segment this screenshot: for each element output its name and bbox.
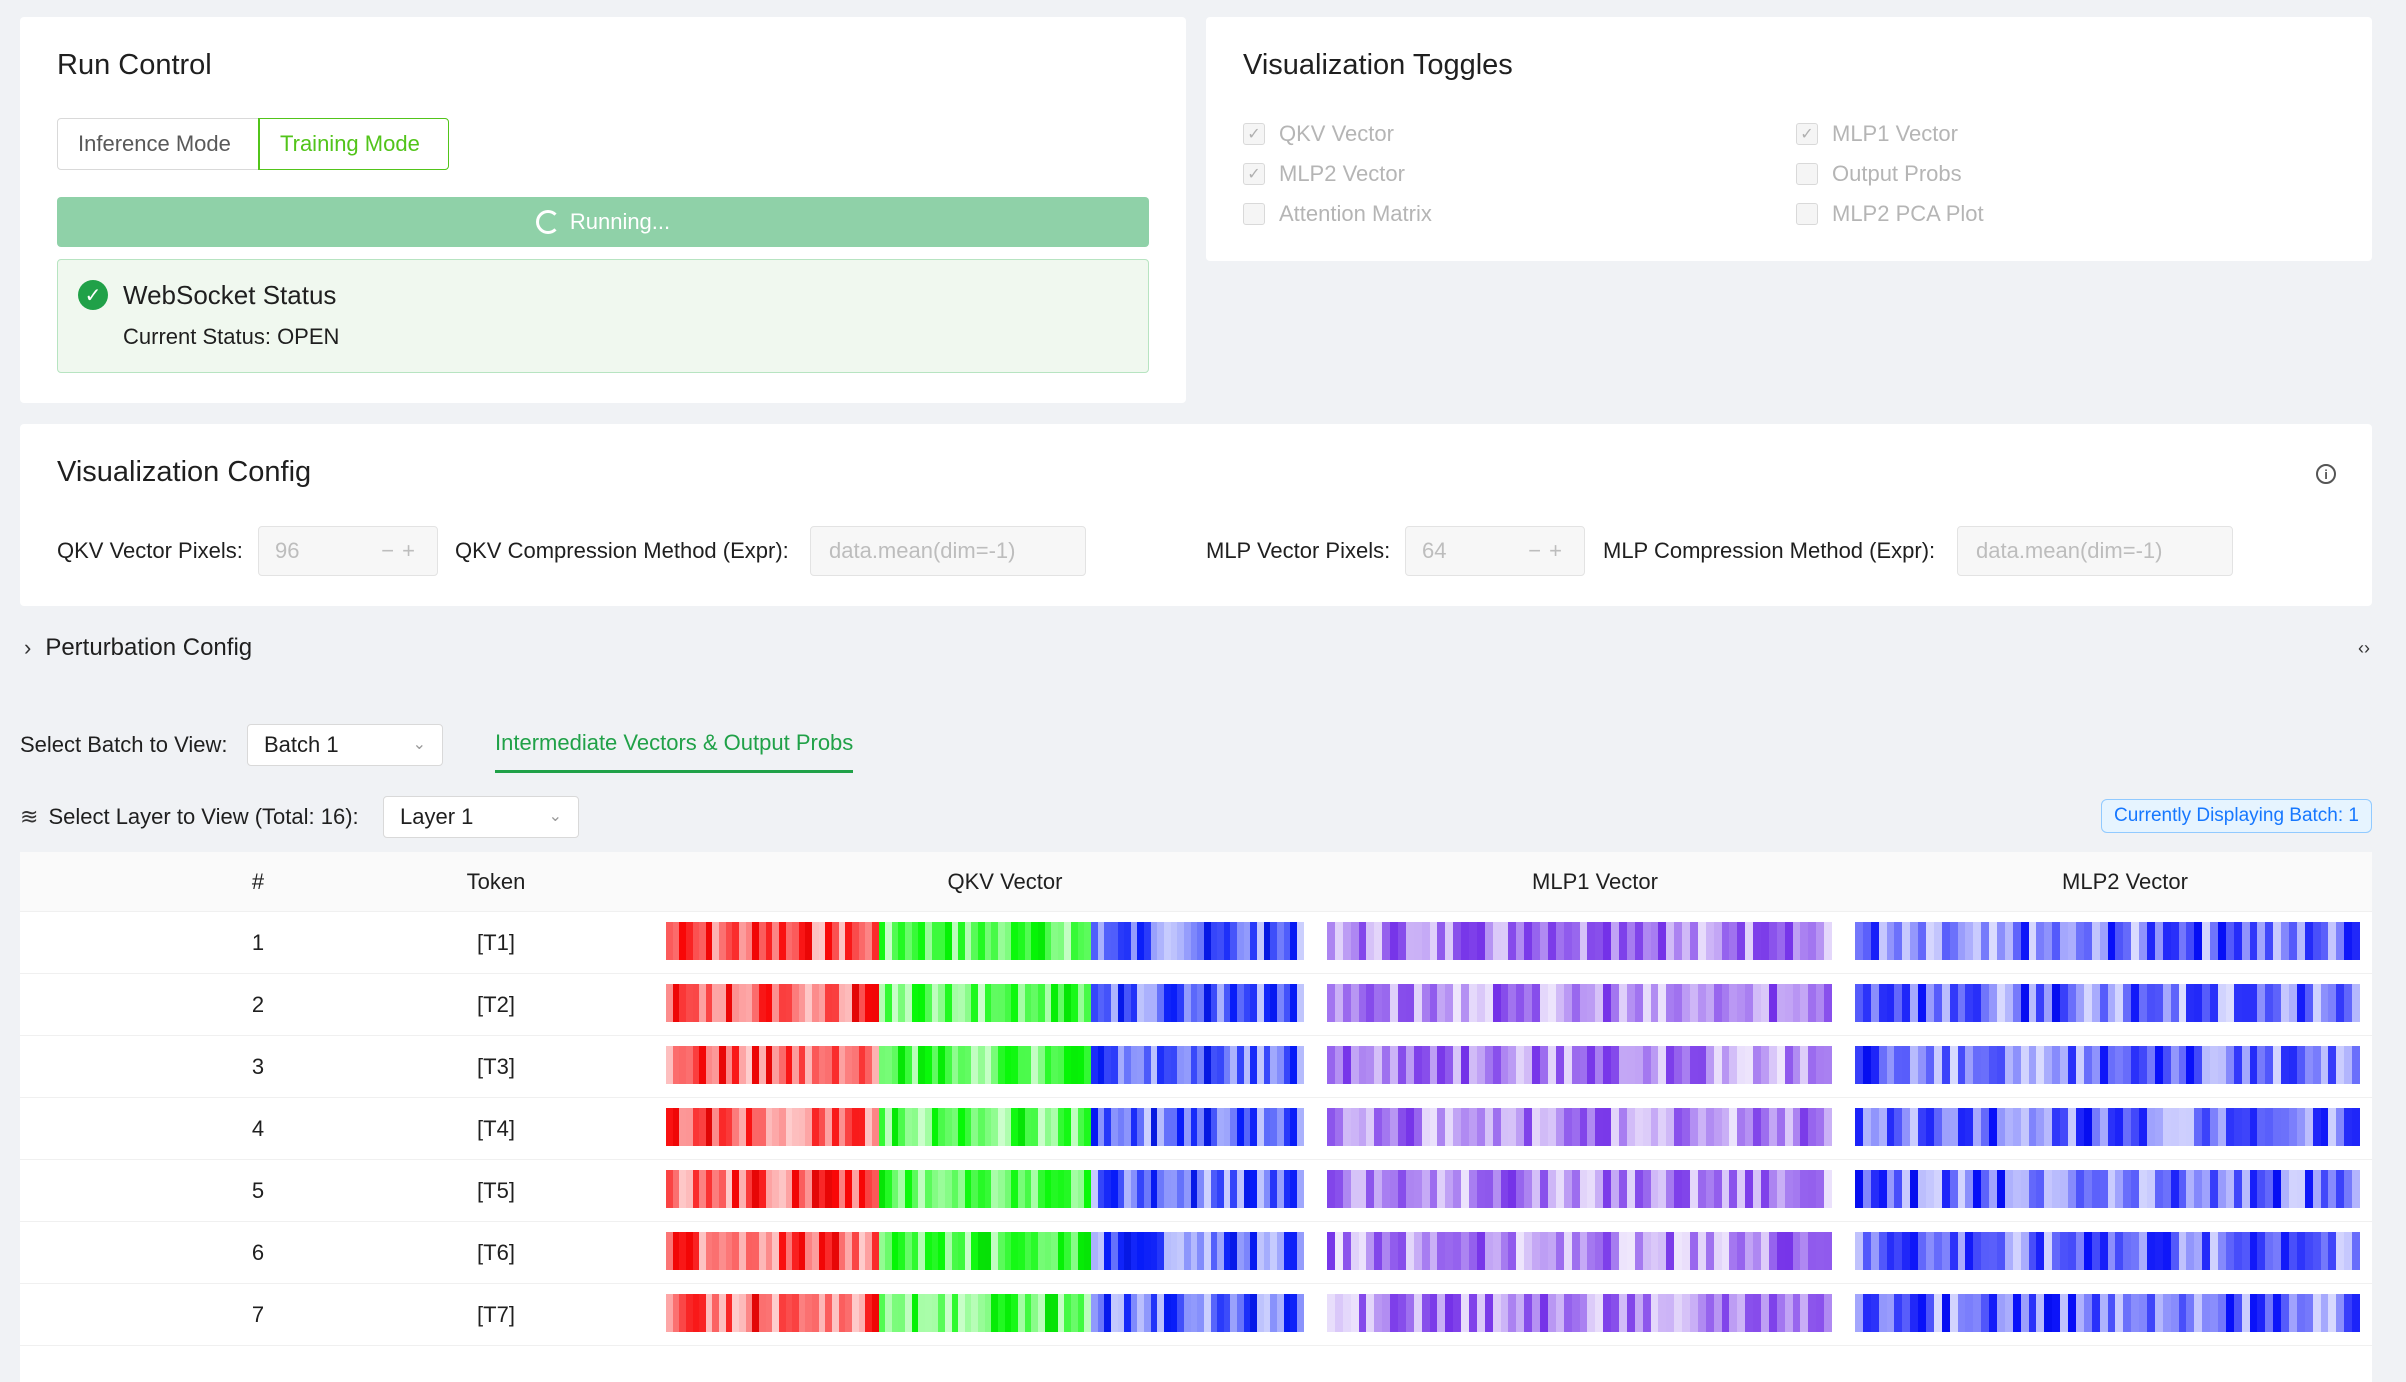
toggle-label: MLP2 Vector bbox=[1279, 161, 1405, 186]
websocket-status-title: WebSocket Status bbox=[123, 280, 337, 310]
displaying-batch-badge: Currently Displaying Batch: 1 bbox=[2101, 799, 2372, 833]
table-row[interactable]: 1 [T1] bbox=[20, 912, 2372, 974]
qkv-vector-heatmap bbox=[666, 984, 1304, 1022]
qkv-vector-heatmap bbox=[666, 1294, 1304, 1332]
chevron-right-icon: › bbox=[24, 635, 32, 660]
toggle-label: Attention Matrix bbox=[1279, 201, 1432, 226]
column-header-mlp1: MLP1 Vector bbox=[1532, 869, 1658, 894]
stepper-minus-plus-icon[interactable]: −+ bbox=[1528, 527, 1570, 575]
mlp-method-label: MLP Compression Method (Expr): bbox=[1603, 538, 1936, 563]
mlp2-vector-heatmap bbox=[1855, 1294, 2360, 1332]
visualization-toggles-card: Visualization Toggles ✓ QKV Vector ✓ MLP… bbox=[1206, 17, 2372, 261]
mlp2-vector-heatmap bbox=[1855, 1232, 2360, 1270]
checkbox-checked-icon[interactable]: ✓ bbox=[1243, 163, 1265, 185]
toggle-mlp2-pca-plot[interactable]: MLP2 PCA Plot bbox=[1796, 201, 1984, 227]
checkbox-checked-icon[interactable]: ✓ bbox=[1243, 123, 1265, 145]
layer-select-value: Layer 1 bbox=[400, 804, 474, 829]
mlp2-vector-heatmap bbox=[1855, 984, 2360, 1022]
info-icon[interactable]: i bbox=[2316, 464, 2336, 484]
websocket-status-alert: ✓ WebSocket Status Current Status: OPEN bbox=[57, 259, 1149, 373]
run-control-card: Run Control Inference Mode Training Mode… bbox=[20, 17, 1186, 403]
mlp-pixels-value: 64 bbox=[1422, 538, 1447, 563]
running-label: Running... bbox=[569, 209, 671, 234]
stepper-minus-plus-icon[interactable]: −+ bbox=[381, 527, 423, 575]
table-row[interactable]: 3 [T3] bbox=[20, 1036, 2372, 1098]
training-mode-button[interactable]: Training Mode bbox=[259, 118, 449, 170]
mlp1-vector-heatmap bbox=[1327, 1232, 1832, 1270]
qkv-method-placeholder: data.mean(dim=-1) bbox=[829, 538, 1016, 563]
mlp-method-input[interactable]: data.mean(dim=-1) bbox=[1957, 526, 2233, 576]
mode-selector: Inference Mode Training Mode bbox=[57, 118, 449, 170]
qkv-vector-heatmap bbox=[666, 1170, 1304, 1208]
toggle-mlp2-vector[interactable]: ✓ MLP2 Vector bbox=[1243, 161, 1405, 187]
table-row[interactable]: 4 [T4] bbox=[20, 1098, 2372, 1160]
toggle-label: QKV Vector bbox=[1279, 121, 1394, 146]
perturbation-config-collapse[interactable]: › Perturbation Config bbox=[24, 634, 252, 662]
inference-mode-button[interactable]: Inference Mode bbox=[57, 118, 259, 170]
mlp1-vector-heatmap bbox=[1327, 1294, 1832, 1332]
perturbation-config-label: Perturbation Config bbox=[45, 634, 253, 661]
visualization-config-title: Visualization Config bbox=[57, 456, 312, 488]
layer-select-row: ≋ Select Layer to View (Total: 16): bbox=[20, 804, 359, 830]
qkv-pixels-value: 96 bbox=[275, 538, 300, 563]
toggle-label: Output Probs bbox=[1832, 161, 1962, 186]
mlp2-vector-heatmap bbox=[1855, 1170, 2360, 1208]
mlp1-vector-heatmap bbox=[1327, 1170, 1832, 1208]
mlp1-vector-heatmap bbox=[1327, 1046, 1832, 1084]
layer-select-label: Select Layer to View (Total: 16): bbox=[48, 804, 359, 829]
mlp-pixels-input[interactable]: 64 −+ bbox=[1405, 526, 1585, 576]
checkbox-unchecked-icon[interactable] bbox=[1243, 203, 1265, 225]
table-row[interactable]: 2 [T2] bbox=[20, 974, 2372, 1036]
table-row[interactable]: 5 [T5] bbox=[20, 1160, 2372, 1222]
layers-icon: ≋ bbox=[20, 804, 39, 829]
websocket-status-text: Current Status: OPEN bbox=[123, 324, 340, 349]
mlp2-vector-heatmap bbox=[1855, 1108, 2360, 1146]
mlp-method-placeholder: data.mean(dim=-1) bbox=[1976, 538, 2163, 563]
qkv-pixels-input[interactable]: 96 −+ bbox=[258, 526, 438, 576]
batch-select-label: Select Batch to View: bbox=[20, 732, 228, 757]
column-header-qkv: QKV Vector bbox=[947, 869, 1063, 894]
mlp1-vector-heatmap bbox=[1327, 922, 1832, 960]
qkv-pixels-label: QKV Vector Pixels: bbox=[57, 538, 243, 563]
column-header-mlp2: MLP2 Vector bbox=[2062, 869, 2188, 894]
mlp-pixels-label: MLP Vector Pixels: bbox=[1206, 538, 1391, 563]
table-row[interactable]: 7 [T7] bbox=[20, 1284, 2372, 1346]
chevron-down-icon: ⌄ bbox=[548, 808, 562, 825]
toggle-qkv-vector[interactable]: ✓ QKV Vector bbox=[1243, 121, 1394, 147]
mlp1-vector-heatmap bbox=[1327, 984, 1832, 1022]
vectors-table: # Token QKV Vector MLP1 Vector MLP2 Vect… bbox=[20, 852, 2372, 1382]
chevron-down-icon: ⌄ bbox=[412, 736, 426, 753]
batch-select[interactable]: Batch 1 ⌄ bbox=[247, 724, 443, 766]
layer-select[interactable]: Layer 1 ⌄ bbox=[383, 796, 579, 838]
qkv-vector-heatmap bbox=[666, 1108, 1304, 1146]
batch-select-value: Batch 1 bbox=[264, 732, 339, 757]
mlp2-vector-heatmap bbox=[1855, 922, 2360, 960]
run-control-title: Run Control bbox=[57, 49, 212, 81]
running-button[interactable]: Running... bbox=[57, 197, 1149, 247]
qkv-method-input[interactable]: data.mean(dim=-1) bbox=[810, 526, 1086, 576]
qkv-vector-heatmap bbox=[666, 922, 1304, 960]
visualization-toggles-title: Visualization Toggles bbox=[1243, 49, 1513, 81]
loading-spinner-icon bbox=[535, 210, 560, 234]
code-icon[interactable]: ‹› bbox=[2358, 638, 2370, 659]
checkbox-unchecked-icon[interactable] bbox=[1796, 163, 1818, 185]
checkbox-checked-icon[interactable]: ✓ bbox=[1796, 123, 1818, 145]
visualization-config-card: Visualization Config i QKV Vector Pixels… bbox=[20, 424, 2372, 606]
check-circle-icon: ✓ bbox=[78, 280, 108, 310]
mlp2-vector-heatmap bbox=[1855, 1046, 2360, 1084]
checkbox-unchecked-icon[interactable] bbox=[1796, 203, 1818, 225]
toggle-label: MLP1 Vector bbox=[1832, 121, 1958, 146]
toggle-output-probs[interactable]: Output Probs bbox=[1796, 161, 1962, 187]
qkv-method-label: QKV Compression Method (Expr): bbox=[455, 538, 789, 563]
mlp1-vector-heatmap bbox=[1327, 1108, 1832, 1146]
qkv-vector-heatmap bbox=[666, 1232, 1304, 1270]
toggle-mlp1-vector[interactable]: ✓ MLP1 Vector bbox=[1796, 121, 1958, 147]
tab-intermediate-vectors[interactable]: Intermediate Vectors & Output Probs bbox=[495, 730, 854, 773]
table-header: # Token QKV Vector MLP1 Vector MLP2 Vect… bbox=[20, 852, 2372, 912]
table-row[interactable]: 6 [T6] bbox=[20, 1222, 2372, 1284]
qkv-vector-heatmap bbox=[666, 1046, 1304, 1084]
toggle-label: MLP2 PCA Plot bbox=[1832, 201, 1984, 226]
toggle-attention-matrix[interactable]: Attention Matrix bbox=[1243, 201, 1432, 227]
